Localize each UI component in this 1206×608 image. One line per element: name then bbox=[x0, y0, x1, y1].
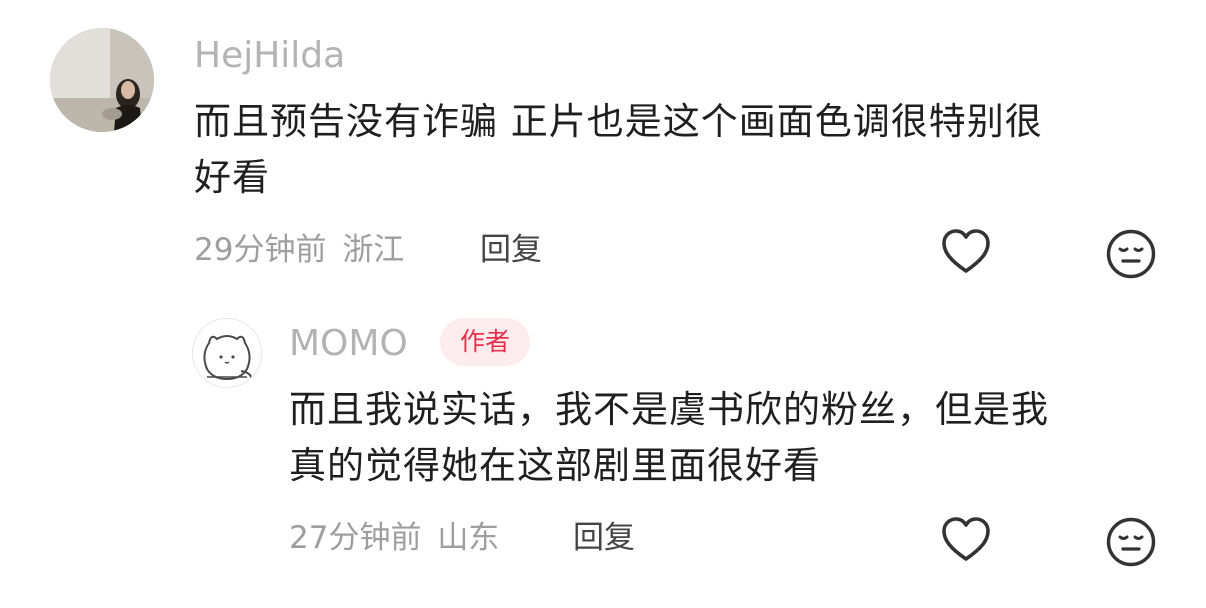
reply-text-line: 真的觉得她在这部剧里面很好看 bbox=[289, 444, 821, 487]
photo-avatar-icon bbox=[50, 28, 154, 132]
reply-like-button[interactable] bbox=[940, 514, 992, 566]
comment-meta: 29分钟前 浙江 bbox=[194, 230, 404, 270]
reply-button[interactable]: 回复 bbox=[480, 230, 542, 270]
dislike-button[interactable] bbox=[1105, 228, 1157, 280]
reply-time: 27分钟前 bbox=[289, 520, 422, 556]
reply-dislike-button[interactable] bbox=[1105, 516, 1157, 568]
comment-username[interactable]: HejHilda bbox=[194, 34, 345, 78]
reply-reply-button[interactable]: 回复 bbox=[573, 518, 635, 558]
meh-face-icon bbox=[1106, 229, 1156, 279]
reply-text: 而且我说实话，我不是虞书欣的粉丝，但是我 真的觉得她在这部剧里面很好看 bbox=[289, 382, 1179, 494]
comment-time: 29分钟前 bbox=[194, 232, 327, 268]
heart-icon bbox=[942, 229, 990, 273]
reply-avatar[interactable] bbox=[192, 318, 262, 388]
reply-text-line: 而且我说实话，我不是虞书欣的粉丝，但是我 bbox=[289, 388, 1049, 431]
reply-location: 山东 bbox=[437, 520, 500, 556]
reply-meta: 27分钟前 山东 bbox=[289, 518, 499, 558]
author-badge: 作者 bbox=[440, 318, 531, 366]
meh-face-icon bbox=[1106, 517, 1156, 567]
reply-username[interactable]: MOMO bbox=[289, 322, 408, 366]
comment-text: 而且预告没有诈骗 正片也是这个画面色调很特别很 好看 bbox=[194, 94, 1184, 206]
comment-text-line: 好看 bbox=[194, 156, 270, 199]
cat-avatar-icon bbox=[193, 319, 261, 387]
heart-icon bbox=[942, 517, 990, 561]
reply-item: MOMO 作者 而且我说实话，我不是虞书欣的粉丝，但是我 真的觉得她在这部剧里面… bbox=[0, 300, 1206, 608]
comment-item: HejHilda 而且预告没有诈骗 正片也是这个画面色调很特别很 好看 29分钟… bbox=[0, 0, 1206, 300]
user-avatar[interactable] bbox=[50, 28, 154, 132]
like-button[interactable] bbox=[940, 226, 992, 278]
comment-text-line: 而且预告没有诈骗 正片也是这个画面色调很特别很 bbox=[194, 100, 1043, 143]
comment-location: 浙江 bbox=[342, 232, 405, 268]
